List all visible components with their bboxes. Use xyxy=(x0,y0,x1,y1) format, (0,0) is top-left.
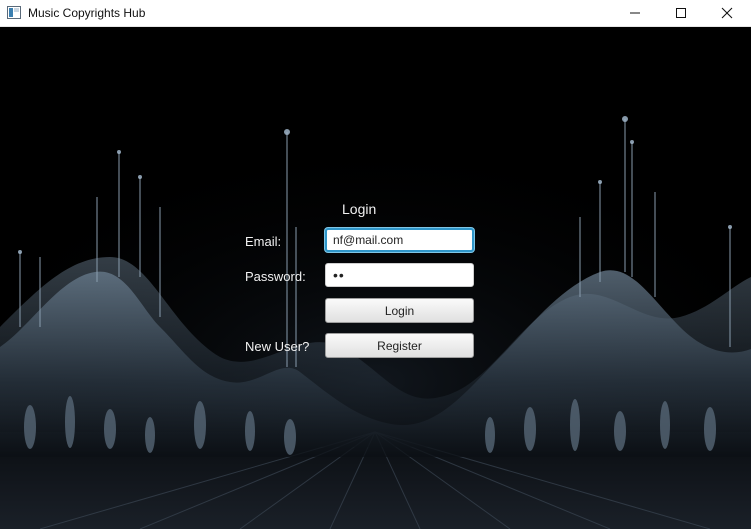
title-bar[interactable]: Music Copyrights Hub xyxy=(0,0,751,27)
app-window: Music Copyrights Hub Login Email: nf@mai… xyxy=(0,0,751,529)
register-button[interactable]: Register xyxy=(325,333,474,358)
email-field[interactable] xyxy=(325,228,474,252)
minimize-icon xyxy=(630,12,640,14)
window-title: Music Copyrights Hub xyxy=(28,6,146,20)
close-icon xyxy=(721,7,733,19)
login-heading: Login xyxy=(342,201,377,217)
login-button[interactable]: Login xyxy=(325,298,474,323)
close-button[interactable] xyxy=(704,0,750,27)
app-icon xyxy=(7,6,21,19)
password-label: Password: xyxy=(245,269,306,284)
maximize-button[interactable] xyxy=(658,0,704,27)
password-field[interactable] xyxy=(325,263,474,287)
new-user-label: New User? xyxy=(245,339,310,354)
maximize-icon xyxy=(676,8,686,18)
minimize-button[interactable] xyxy=(612,0,658,27)
email-label: Email: xyxy=(245,234,282,249)
